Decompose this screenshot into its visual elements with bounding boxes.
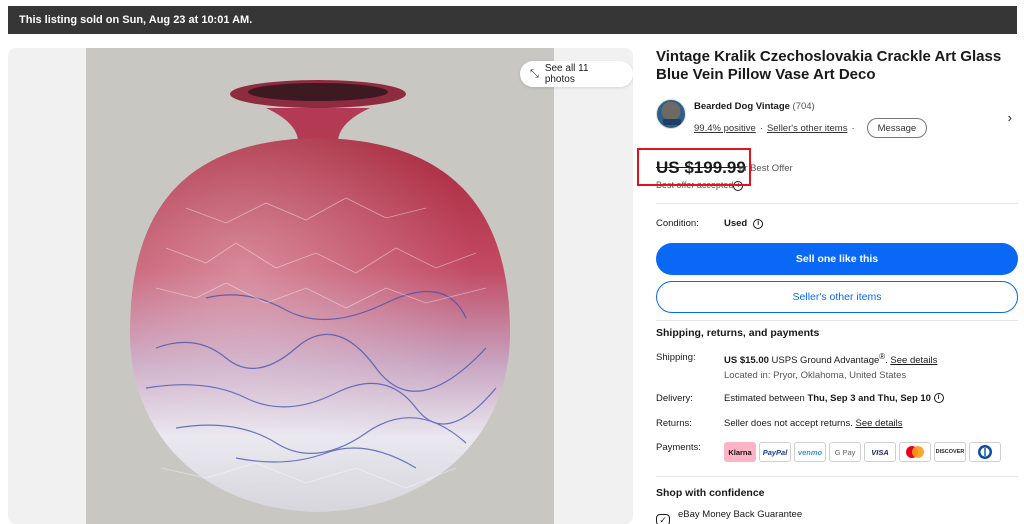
product-photo[interactable] xyxy=(86,48,554,524)
vase-image xyxy=(86,48,554,524)
sell-one-like-this-button[interactable]: Sell one like this xyxy=(656,243,1018,275)
diners-club-circle-icon xyxy=(978,445,992,459)
delivery-value: Estimated between Thu, Sep 3 and Thu, Se… xyxy=(724,393,944,404)
returns-value: Seller does not accept returns. See deta… xyxy=(724,418,903,429)
delivery-label: Delivery: xyxy=(656,393,693,404)
shipping-service: USPS Ground Advantage xyxy=(771,355,880,367)
shipping-label: Shipping: xyxy=(656,352,696,363)
seller-avatar[interactable] xyxy=(656,99,686,129)
returns-label: Returns: xyxy=(656,418,692,429)
returns-see-details-link[interactable]: See details xyxy=(856,418,903,429)
shipping-value: US $15.00 USPS Ground Advantage®. See de… xyxy=(724,352,938,367)
visa-icon: VISA xyxy=(864,442,896,462)
see-all-photos-label: See all 11 photos xyxy=(544,63,589,85)
shipping-row: Shipping: US $15.00 USPS Ground Advantag… xyxy=(656,352,1018,388)
divider xyxy=(656,203,1018,204)
registered-mark: ® xyxy=(879,352,886,361)
seller-positive-link[interactable]: 99.4% positive xyxy=(694,123,756,134)
seller-name[interactable]: Bearded Dog Vintage xyxy=(694,101,790,112)
payments-row: Payments: Klarna PayPal venmo G Pay VISA… xyxy=(656,442,1018,464)
seller-other-items-link[interactable]: Seller's other items xyxy=(767,123,847,134)
delivery-dates: Thu, Sep 3 and Thu, Sep 10 xyxy=(807,393,931,404)
paypal-icon: PayPal xyxy=(759,442,791,462)
shipping-heading: Shipping, returns, and payments xyxy=(656,327,820,339)
item-location: Located in: Pryor, Oklahoma, United Stat… xyxy=(724,370,907,381)
separator-dot: · xyxy=(759,122,763,134)
delivery-prefix: Estimated between xyxy=(724,393,805,404)
divider xyxy=(656,476,1018,477)
expand-arrows-icon: ⤡ xyxy=(530,67,539,80)
delivery-row: Delivery: Estimated between Thu, Sep 3 a… xyxy=(656,393,1018,407)
info-icon[interactable]: i xyxy=(933,393,944,404)
info-icon[interactable]: i xyxy=(753,218,764,229)
sellers-other-items-button[interactable]: Seller's other items xyxy=(656,281,1018,313)
condition-value: Used xyxy=(724,218,748,229)
shield-check-icon: ✓ xyxy=(656,514,670,524)
shop-with-confidence-heading: Shop with confidence xyxy=(656,487,765,499)
seller-name-line: Bearded Dog Vintage (704) xyxy=(694,101,815,112)
message-button[interactable]: Message xyxy=(866,118,928,138)
divider xyxy=(656,320,1018,321)
chevron-right-icon[interactable]: › xyxy=(1008,110,1012,125)
returns-text: Seller does not accept returns. xyxy=(724,418,853,429)
sold-banner: This listing sold on Sun, Aug 23 at 10:0… xyxy=(8,6,1017,34)
google-pay-icon: G Pay xyxy=(829,442,861,462)
money-back-guarantee[interactable]: eBay Money Back Guarantee xyxy=(678,509,1018,520)
condition-row: Condition: Used i xyxy=(656,218,764,229)
price-highlight-box xyxy=(637,148,751,186)
klarna-icon: Klarna xyxy=(724,442,756,462)
discover-icon: DISCOVER xyxy=(934,442,966,462)
listing-details: Vintage Kralik Czechoslovakia Crackle Ar… xyxy=(656,48,1018,524)
see-all-photos-button[interactable]: ⤡ See all 11 photos xyxy=(520,61,633,87)
mastercard-icon xyxy=(899,442,931,462)
listing-title: Vintage Kralik Czechoslovakia Crackle Ar… xyxy=(656,48,1002,83)
returns-row: Returns: Seller does not accept returns.… xyxy=(656,418,1018,432)
image-gallery[interactable]: ⤡ See all 11 photos xyxy=(8,48,633,524)
payments-label: Payments: xyxy=(656,442,701,453)
payment-methods: Klarna PayPal venmo G Pay VISA DISCOVER xyxy=(724,442,1001,462)
seller-links: 99.4% positive · Seller's other items · … xyxy=(694,118,928,138)
mastercard-circles-icon xyxy=(906,446,924,458)
separator-dot: · xyxy=(851,122,855,134)
condition-label: Condition: xyxy=(656,218,699,229)
shipping-see-details-link[interactable]: See details xyxy=(890,355,937,366)
venmo-icon: venmo xyxy=(794,442,826,462)
diners-club-icon xyxy=(969,442,1001,462)
shipping-price: US $15.00 xyxy=(724,355,769,367)
seller-feedback-count: (704) xyxy=(792,101,815,112)
seller-card[interactable]: Bearded Dog Vintage (704) 99.4% positive… xyxy=(656,98,1018,138)
